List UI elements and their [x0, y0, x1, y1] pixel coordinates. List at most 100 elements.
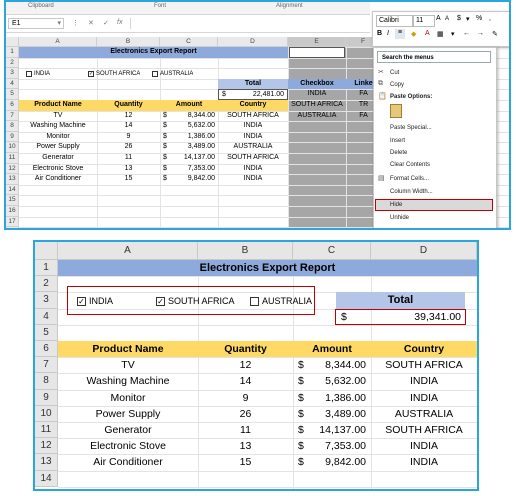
menu-search-box[interactable]: Search the menus: [377, 51, 491, 63]
row-header-2[interactable]: 2: [6, 57, 19, 69]
row-header-7[interactable]: 7: [35, 357, 58, 374]
decimal-decrease-icon[interactable]: →: [477, 30, 484, 37]
row-header-5[interactable]: 5: [35, 324, 58, 341]
row-header-11[interactable]: 11: [6, 153, 19, 164]
checkbox-box[interactable]: [26, 71, 32, 78]
row-header-1[interactable]: 1: [35, 260, 58, 277]
cancel-icon[interactable]: ✕: [88, 19, 94, 27]
increase-font-icon[interactable]: A: [436, 15, 441, 22]
row-header-10[interactable]: 10: [35, 405, 58, 422]
row-header-7[interactable]: 7: [6, 110, 19, 122]
checkbox-australia[interactable]: AUSTRALIA: [250, 294, 312, 306]
paste-option-icon[interactable]: [390, 104, 402, 118]
column-header-a[interactable]: A: [58, 242, 198, 260]
row-header-5[interactable]: 5: [6, 89, 19, 100]
row-header-6[interactable]: 6: [35, 341, 58, 358]
sheet-grid-result[interactable]: A B C D 1 2 3 4 5 6 7 8 9 10 11 12 13 14 Electronics Expor…: [35, 242, 477, 489]
row-header-3[interactable]: 3: [6, 68, 19, 79]
row-header-15[interactable]: 15: [6, 195, 19, 206]
row-header-4[interactable]: 4: [35, 308, 58, 325]
checkbox-australia[interactable]: AUSTRALIA: [152, 70, 193, 78]
gridline: [477, 242, 478, 489]
font-name-box[interactable]: Calibri: [376, 15, 413, 27]
font-color-icon[interactable]: A: [425, 30, 430, 37]
column-header-e[interactable]: E: [288, 37, 346, 47]
checkbox-india[interactable]: ✓ INDIA: [77, 294, 113, 306]
formula-input[interactable]: [130, 18, 367, 29]
checkbox-box[interactable]: ✓: [77, 296, 86, 306]
row-header-16[interactable]: 16: [6, 206, 19, 217]
row-header-10[interactable]: 10: [6, 142, 19, 153]
select-all-corner[interactable]: [6, 37, 19, 47]
checkbox-south-africa[interactable]: ✓ SOUTH AFRICA: [88, 70, 140, 78]
row-header-14[interactable]: 14: [6, 184, 19, 196]
fx-icon[interactable]: fx: [117, 19, 122, 26]
menu-item-insert[interactable]: Insert: [390, 136, 405, 146]
row-header-13[interactable]: 13: [6, 174, 19, 185]
active-cell-e1[interactable]: [289, 47, 345, 58]
column-header-b[interactable]: B: [97, 37, 160, 47]
row-header-17[interactable]: 17: [6, 216, 19, 228]
chevron-down-icon[interactable]: ▾: [451, 30, 455, 38]
row-header-9[interactable]: 9: [35, 389, 58, 406]
decimal-increase-icon[interactable]: ←: [463, 30, 470, 37]
chevron-down-icon[interactable]: ▾: [57, 19, 61, 29]
column-header-d[interactable]: D: [218, 37, 288, 47]
enter-icon[interactable]: ✓: [103, 19, 109, 27]
bold-button[interactable]: B: [377, 30, 382, 37]
row-header-14[interactable]: 14: [35, 470, 58, 487]
menu-item-clear-contents[interactable]: Clear Contents: [390, 160, 430, 170]
currency-format-button[interactable]: $: [457, 15, 461, 22]
row-header-13[interactable]: 13: [35, 454, 58, 471]
checkbox-box[interactable]: ✓: [88, 71, 94, 78]
table-header-amount: Amount: [293, 341, 371, 358]
quantity-cell: 13: [239, 440, 252, 453]
checkbox-box[interactable]: ✓: [156, 296, 165, 306]
column-header-c[interactable]: C: [293, 242, 371, 260]
row-header-9[interactable]: 9: [6, 131, 19, 143]
menu-item-cut[interactable]: Cut: [390, 68, 399, 78]
decrease-font-icon[interactable]: A: [445, 16, 449, 22]
align-center-icon[interactable]: ≡: [395, 29, 405, 39]
row-header-3[interactable]: 3: [35, 292, 58, 309]
menu-item-hide[interactable]: Hide: [390, 200, 402, 210]
percent-format-button[interactable]: %: [476, 15, 482, 22]
checkbox-box[interactable]: [250, 296, 259, 306]
checkbox-box[interactable]: [152, 71, 158, 78]
fill-color-icon[interactable]: ◆: [411, 30, 416, 38]
row-header-8[interactable]: 8: [35, 373, 58, 390]
column-header-c[interactable]: C: [160, 37, 218, 47]
cut-icon: ✂: [378, 69, 384, 76]
comma-format-button[interactable]: ,: [489, 15, 491, 22]
row-header-12[interactable]: 12: [35, 438, 58, 455]
row-header-2[interactable]: 2: [35, 276, 58, 293]
menu-item-unhide[interactable]: Unhide: [390, 213, 409, 223]
checkbox-india[interactable]: INDIA: [26, 70, 50, 78]
checkbox-south-africa[interactable]: ✓ SOUTH AFRICA: [156, 294, 235, 306]
column-header-b[interactable]: B: [198, 242, 293, 260]
name-box[interactable]: E1 ▾: [8, 18, 64, 29]
row-header-1[interactable]: 1: [6, 47, 19, 58]
product-cell: Washing Machine: [30, 122, 86, 130]
row-header-4[interactable]: 4: [6, 78, 19, 90]
row-header-12[interactable]: 12: [6, 163, 19, 175]
menu-item-copy[interactable]: Copy: [390, 80, 404, 90]
italic-button[interactable]: I: [387, 30, 389, 37]
borders-icon[interactable]: ▦: [437, 30, 444, 38]
chevron-down-icon[interactable]: ▾: [466, 15, 470, 23]
row-header-18[interactable]: 18: [6, 227, 19, 228]
row-header-8[interactable]: 8: [6, 121, 19, 132]
font-size-box[interactable]: 11: [413, 15, 435, 27]
row-header-11[interactable]: 11: [35, 422, 58, 439]
country-cell: INDIA: [243, 132, 263, 140]
menu-item-column-width[interactable]: Column Width...: [390, 187, 433, 197]
menu-item-format-cells[interactable]: Format Cells...: [390, 174, 429, 184]
format-painter-icon[interactable]: ✎: [492, 30, 498, 38]
column-header-a[interactable]: A: [19, 37, 97, 47]
side-table-country: INDIA: [307, 90, 327, 98]
column-header-d[interactable]: D: [371, 242, 477, 260]
menu-item-delete[interactable]: Delete: [390, 148, 407, 158]
menu-item-paste-special[interactable]: Paste Special...: [390, 123, 432, 133]
select-all-corner[interactable]: [35, 242, 58, 260]
row-header-6[interactable]: 6: [6, 100, 19, 111]
